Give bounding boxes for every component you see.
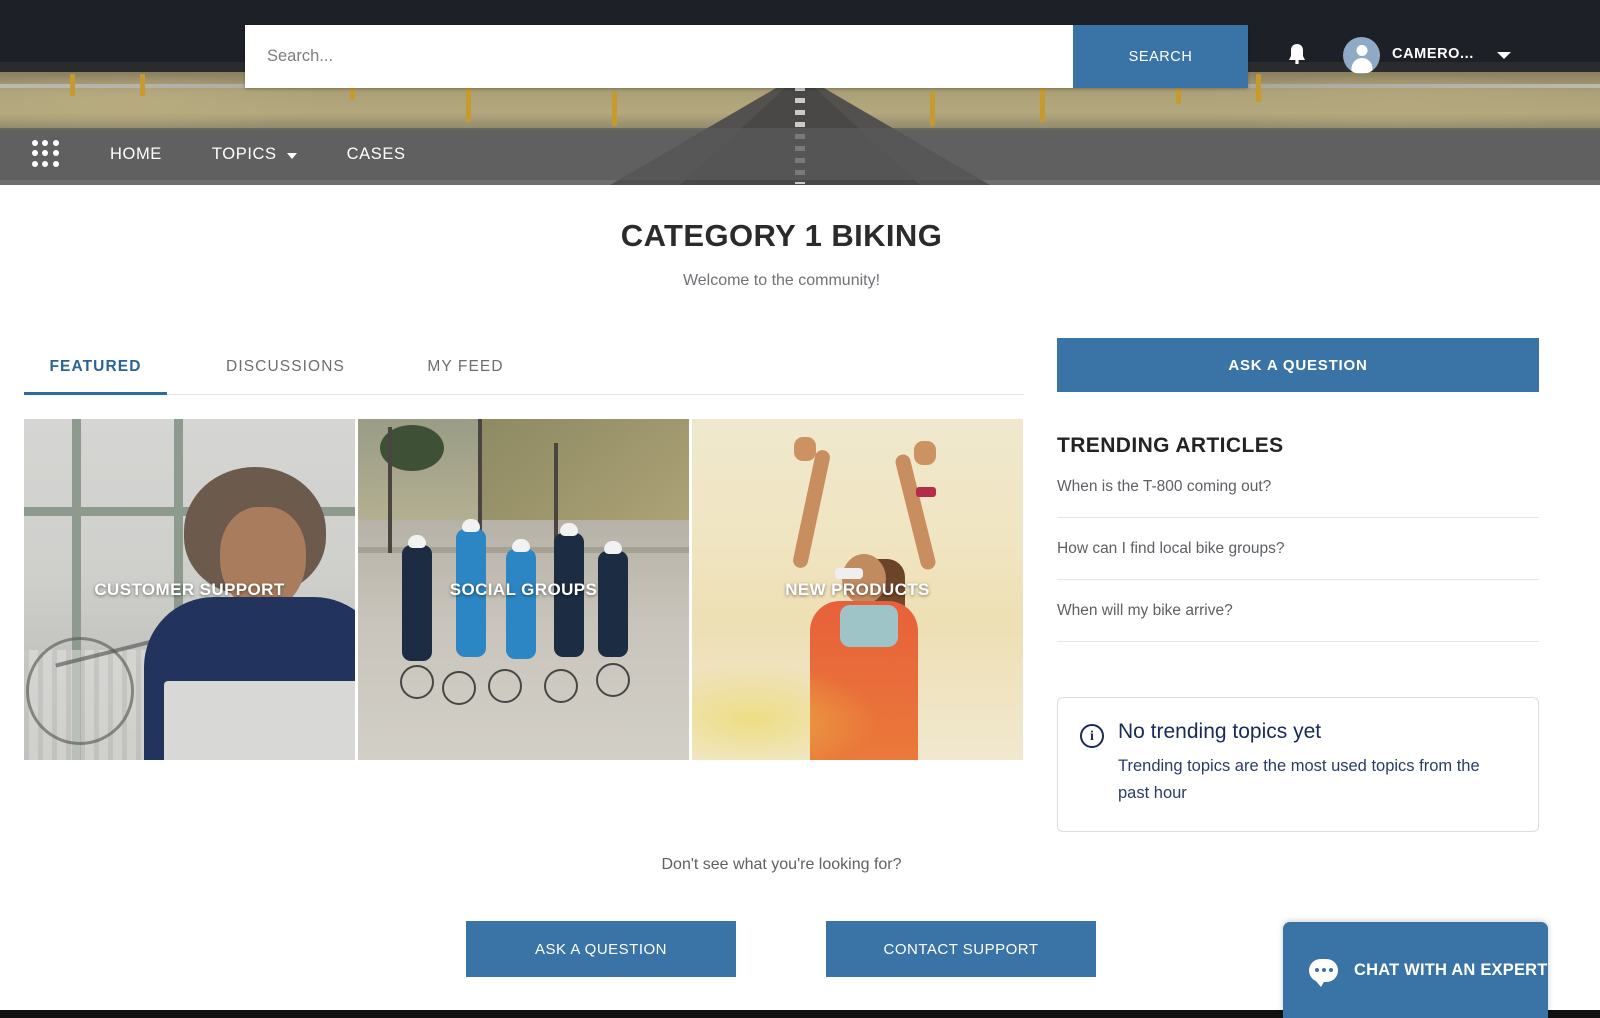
featured-tile-label: SOCIAL GROUPS (449, 579, 598, 599)
roadside-post (466, 88, 471, 122)
tab-discussions[interactable]: DISCUSSIONS (214, 358, 357, 394)
contact-support-button[interactable]: CONTACT SUPPORT (826, 921, 1096, 977)
trending-articles-heading: TRENDING ARTICLES (1057, 434, 1284, 457)
roadside-post (70, 74, 75, 96)
featured-section: FEATURED DISCUSSIONS MY FEED CUSTOMER SU… (24, 358, 1024, 760)
search-input[interactable] (245, 25, 1073, 88)
featured-tile-label: NEW PRODUCTS (785, 579, 930, 599)
nav-item-home-label: HOME (110, 144, 162, 163)
page-header: CATEGORY 1 BIKING Welcome to the communi… (0, 218, 1563, 290)
roadside-post (1256, 74, 1261, 102)
avatar-body (1351, 58, 1372, 73)
chevron-down-icon (286, 152, 297, 159)
featured-tile-customer-support[interactable]: CUSTOMER SUPPORT (24, 419, 355, 760)
main-navigation: HOME TOPICS CASES (0, 128, 1600, 180)
cta-buttons: ASK A QUESTION CONTACT SUPPORT (466, 921, 1096, 977)
chat-with-an-expert-button[interactable]: CHAT WITH AN EXPERT (1283, 922, 1548, 1018)
user-menu-label[interactable]: CAMERO... (1392, 46, 1474, 62)
trending-topics-empty-state: i No trending topics yet Trending topics… (1057, 697, 1539, 833)
tab-bar: FEATURED DISCUSSIONS MY FEED (24, 358, 1024, 395)
sidebar: ASK A QUESTION TRENDING ARTICLES When is… (1057, 338, 1539, 833)
featured-tile-social-groups[interactable]: SOCIAL GROUPS (358, 419, 689, 760)
chat-bubble-icon (1309, 958, 1338, 987)
nav-item-home[interactable]: HOME (110, 145, 162, 164)
info-circle-icon: i (1080, 724, 1104, 748)
window-bottom-edge (0, 1010, 1283, 1018)
page-title: CATEGORY 1 BIKING (620, 218, 943, 253)
nav-item-cases[interactable]: CASES (347, 145, 406, 164)
roadside-post (930, 92, 935, 126)
search-bar: SEARCH (245, 25, 1248, 88)
trending-article-item[interactable]: When is the T-800 coming out? (1057, 458, 1539, 518)
cta-prompt: Don't see what you're looking for? (661, 856, 902, 873)
roadside-post (140, 74, 145, 96)
sidebar-ask-a-question-button[interactable]: ASK A QUESTION (1057, 338, 1539, 392)
featured-tile-new-products[interactable]: NEW PRODUCTS (692, 419, 1023, 760)
tab-my-feed[interactable]: MY FEED (394, 358, 537, 394)
page-subtitle: Welcome to the community! (682, 272, 881, 289)
app-launcher-waffle-icon[interactable] (32, 140, 60, 168)
tab-featured[interactable]: FEATURED (24, 358, 167, 395)
roadside-post (612, 92, 617, 126)
empty-state-title: No trending topics yet (1118, 720, 1322, 743)
featured-tiles: CUSTOMER SUPPORT SOCIAL GROUPS NEW PRODU… (24, 419, 1024, 760)
nav-item-topics-label: TOPICS (211, 144, 277, 163)
trending-article-item[interactable]: When will my bike arrive? (1057, 580, 1539, 642)
nav-item-cases-label: CASES (346, 144, 406, 163)
nav-item-topics[interactable]: TOPICS (212, 145, 297, 164)
chevron-down-icon[interactable] (1497, 52, 1511, 59)
community-page: SEARCH CAMERO... HOME TOPICS CASES (0, 0, 1600, 1018)
search-button[interactable]: SEARCH (1073, 25, 1248, 88)
window-bottom-edge (1548, 1010, 1600, 1018)
featured-tile-label: CUSTOMER SUPPORT (94, 579, 285, 599)
trending-article-item[interactable]: How can I find local bike groups? (1057, 518, 1539, 580)
avatar[interactable] (1343, 37, 1380, 74)
bell-icon[interactable] (1286, 42, 1308, 68)
empty-state-description: Trending topics are the most used topics… (1118, 757, 1480, 803)
ask-a-question-button[interactable]: ASK A QUESTION (466, 921, 736, 977)
chat-label: CHAT WITH AN EXPERT (1354, 960, 1548, 979)
avatar-head (1356, 45, 1367, 56)
